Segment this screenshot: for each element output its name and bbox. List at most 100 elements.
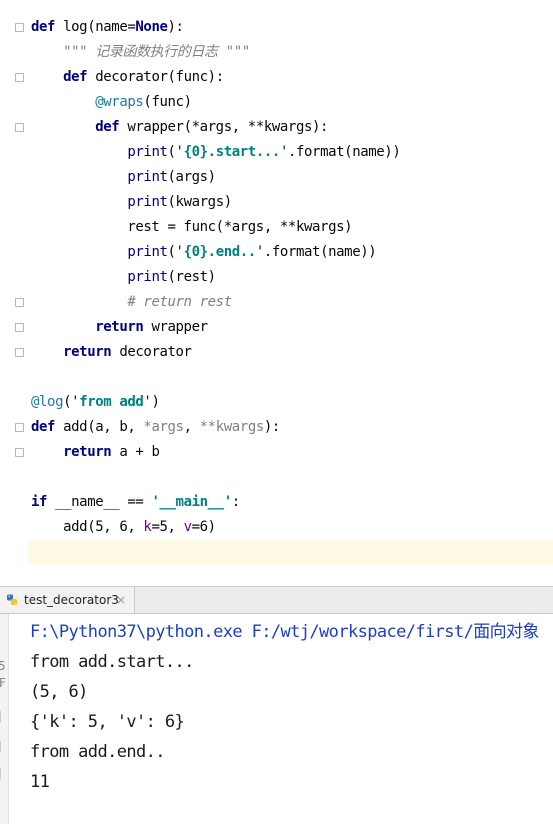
code-line: return wrapper: [31, 315, 208, 340]
code-token: '): [143, 394, 160, 410]
code-token: (func):: [167, 69, 225, 85]
console-tool-icon[interactable]: ǀ: [0, 766, 2, 780]
code-editor[interactable]: def log(name=None): """ 记录函数执行的日志 """ de…: [0, 0, 553, 578]
console-output-line: from add.start...: [30, 652, 194, 672]
code-token: (*args, **kwargs):: [183, 119, 329, 135]
code-token: ):: [263, 419, 280, 435]
code-token: '__main__': [151, 494, 232, 510]
code-token: __name__ ==: [55, 494, 152, 510]
code-token: add(5, 6,: [31, 519, 144, 535]
code-line: # return rest: [31, 290, 232, 315]
python-file-icon: [7, 594, 17, 605]
code-token: print: [127, 244, 168, 260]
code-token: ):: [167, 19, 184, 35]
console-output-line: 11: [30, 772, 50, 792]
console-tool-icon[interactable]: ǀ: [0, 709, 2, 723]
fold-marker-icon[interactable]: [15, 423, 24, 432]
code-token: a + b: [119, 444, 160, 460]
console-output-line: (5, 6): [30, 682, 88, 702]
code-line: return a + b: [31, 440, 160, 465]
code-line: @wraps(func): [31, 90, 192, 115]
code-token: (': [63, 394, 80, 410]
code-line: return decorator: [31, 340, 192, 365]
fold-marker-icon[interactable]: [15, 298, 24, 307]
code-token: ,: [183, 419, 200, 435]
fold-marker-icon[interactable]: [15, 23, 24, 32]
run-tab[interactable]: test_decorator3 ×: [0, 587, 135, 613]
code-line: print('{0}.end..'.format(name)): [31, 240, 376, 265]
code-line: def log(name=None):: [31, 15, 184, 40]
code-token: (kwargs): [167, 194, 233, 210]
code-token: return: [63, 444, 120, 460]
console-tool-icon[interactable]: ǀ: [0, 739, 2, 753]
code-token: def: [31, 419, 64, 435]
close-icon[interactable]: ×: [116, 593, 126, 607]
code-token: print: [127, 194, 168, 210]
code-line: def add(a, b, *args, **kwargs):: [31, 415, 280, 440]
fold-marker-icon[interactable]: [15, 348, 24, 357]
code-token: return: [63, 344, 120, 360]
code-token: *args: [143, 419, 184, 435]
console-output-line: {'k': 5, 'v': 6}: [30, 712, 185, 732]
code-token: decorator: [95, 69, 168, 85]
code-token: =6): [191, 519, 216, 535]
code-token: wrapper: [127, 119, 184, 135]
code-line: print(args): [31, 165, 216, 190]
code-token: (name=: [87, 19, 136, 35]
code-token: if: [31, 494, 56, 510]
code-token: def: [63, 69, 96, 85]
fold-marker-icon[interactable]: [15, 448, 24, 457]
code-token: print: [127, 169, 168, 185]
code-token: @log: [31, 394, 64, 410]
code-token: (rest): [167, 269, 217, 285]
code-line: print('{0}.start...'.format(name)): [31, 140, 400, 165]
code-token: from add: [79, 394, 144, 410]
fold-marker-icon[interactable]: [15, 73, 24, 82]
code-token: '.format(name)): [279, 144, 401, 160]
code-token: {0}.start...: [183, 144, 281, 160]
code-line: print(kwargs): [31, 190, 232, 215]
editor-gutter: [0, 0, 28, 578]
code-line: rest = func(*args, **kwargs): [31, 215, 352, 240]
code-token: (': [167, 244, 184, 260]
fold-marker-icon[interactable]: [15, 123, 24, 132]
code-token: decorator: [119, 344, 192, 360]
code-token: None: [135, 19, 168, 35]
console-tool-icon[interactable]: ₣: [0, 676, 6, 690]
code-token: wrapper: [151, 319, 208, 335]
code-line: @log('from add'): [31, 390, 160, 415]
run-tab-label: test_decorator3: [24, 593, 119, 607]
run-panel: test_decorator3 × 5 ₣ ǀ ǀ ǀ F:\Python37\…: [0, 586, 553, 824]
code-token: :: [231, 494, 240, 510]
run-tab-bar: test_decorator3 ×: [0, 587, 553, 614]
code-token: rest = func(*args, **kwargs): [31, 219, 353, 235]
code-token: log: [63, 19, 88, 35]
code-token: (': [167, 144, 184, 160]
code-line: def decorator(func):: [31, 65, 224, 90]
console-tool-icon[interactable]: 5: [0, 659, 6, 673]
code-token: @wraps: [95, 94, 144, 110]
code-token: """ 记录函数执行的日志 """: [63, 44, 250, 60]
code-token: print: [127, 269, 168, 285]
code-line: if __name__ == '__main__':: [31, 490, 240, 515]
code-token: (func): [143, 94, 192, 110]
code-token: # return rest: [127, 294, 232, 310]
code-token: v: [183, 519, 192, 535]
code-line: print(rest): [31, 265, 216, 290]
fold-marker-icon[interactable]: [15, 323, 24, 332]
console-output-line: from add.end..: [30, 742, 165, 762]
code-token: print: [127, 144, 168, 160]
code-token: add: [63, 419, 88, 435]
